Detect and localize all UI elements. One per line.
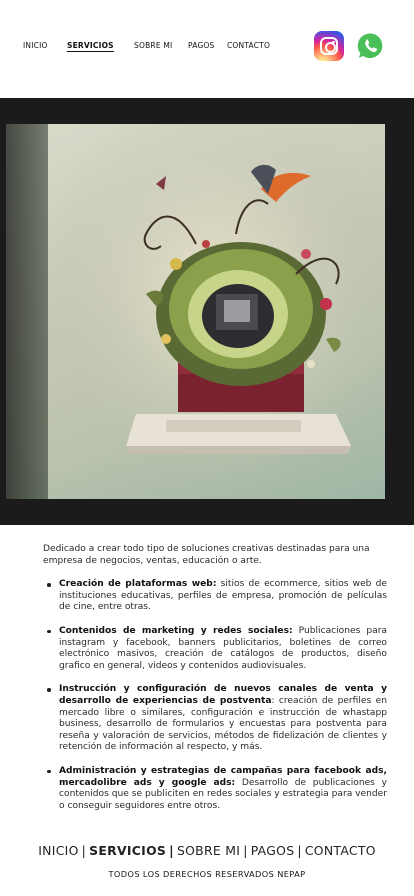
instagram-icon[interactable] xyxy=(314,31,344,61)
footer-link-pagos[interactable]: PAGOS xyxy=(251,843,295,858)
nav-link-sobre-mi[interactable]: SOBRE MI xyxy=(134,41,172,50)
footer-separator: | xyxy=(243,843,248,858)
nav-link-servicios[interactable]: SERVICIOS xyxy=(67,41,114,52)
services-list: Creación de plataformas web: sitios de e… xyxy=(43,579,387,812)
footer-separator: | xyxy=(169,843,174,858)
laptop-nature-illustration xyxy=(48,124,385,499)
nav-link-pagos[interactable]: PAGOS xyxy=(188,41,215,50)
footer-link-sobre-mi[interactable]: SOBRE MI xyxy=(177,843,240,858)
service-title: Contenidos de marketing y redes sociales… xyxy=(59,625,293,636)
footer-navigation: INICIO | SERVICIOS | SOBRE MI | PAGOS | CONTACTO xyxy=(0,843,414,858)
top-navigation: INICIO SERVICIOS SOBRE MI PAGOS CONTACTO xyxy=(0,0,414,98)
service-item: Creación de plataformas web: sitios de e… xyxy=(43,579,387,614)
footer-separator: | xyxy=(297,843,302,858)
service-item: Administración y estrategias de campañas… xyxy=(43,766,387,812)
service-title: Creación de plataformas web: xyxy=(59,579,217,590)
service-item: Contenidos de marketing y redes sociales… xyxy=(43,626,387,672)
services-content: Dedicado a crear todo tipo de soluciones… xyxy=(43,544,387,824)
whatsapp-icon[interactable] xyxy=(356,31,386,61)
hero-illustration xyxy=(6,124,385,499)
hero-banner xyxy=(0,98,414,525)
nav-link-contacto[interactable]: CONTACTO xyxy=(227,41,270,50)
nav-link-inicio[interactable]: INICIO xyxy=(23,41,48,50)
footer-link-contacto[interactable]: CONTACTO xyxy=(305,843,376,858)
footer-link-inicio[interactable]: INICIO xyxy=(38,843,78,858)
footer-link-servicios[interactable]: SERVICIOS xyxy=(89,843,166,858)
copyright-text: TODOS LOS DERECHOS RESERVADOS NEPAP xyxy=(108,869,306,879)
service-item: Instrucción y configuración de nuevos ca… xyxy=(43,684,387,754)
footer-separator: | xyxy=(81,843,87,858)
intro-text: Dedicado a crear todo tipo de soluciones… xyxy=(43,544,370,566)
